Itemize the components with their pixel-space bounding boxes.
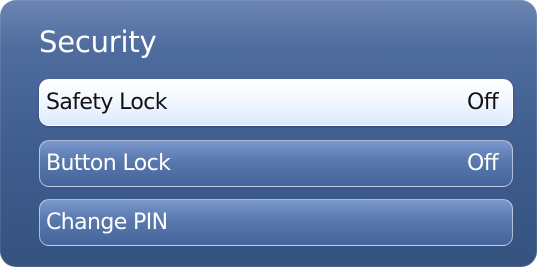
menu-item-label: Change PIN [46, 210, 168, 235]
menu-item-label: Button Lock [46, 151, 171, 176]
menu-item-change-pin[interactable]: Change PIN [39, 199, 513, 246]
menu-title: Security [39, 25, 157, 59]
menu-item-safety-lock[interactable]: Safety Lock Off [39, 79, 513, 126]
menu-item-button-lock[interactable]: Button Lock Off [39, 140, 513, 187]
security-menu-panel: Security Safety Lock Off Button Lock Off… [0, 0, 537, 267]
menu-item-value: Off [466, 90, 499, 115]
menu-item-label: Safety Lock [46, 90, 168, 115]
menu-item-value: Off [466, 151, 499, 176]
